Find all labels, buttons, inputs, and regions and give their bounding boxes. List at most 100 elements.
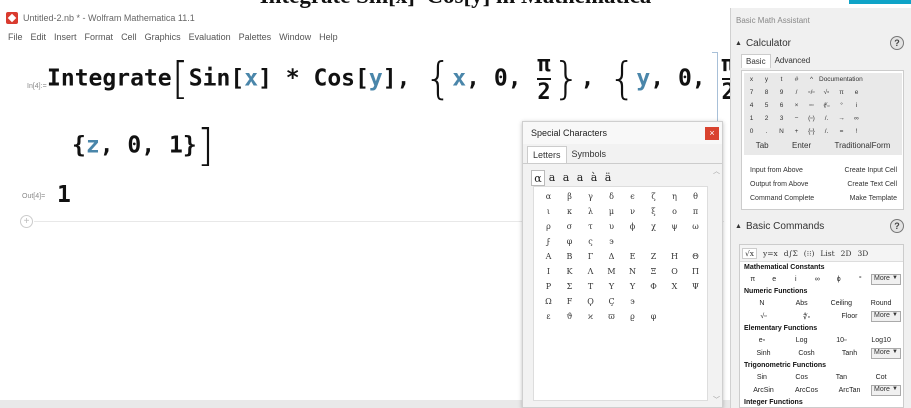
keypad-key[interactable]: /. — [819, 115, 834, 122]
command-button[interactable]: Sin — [742, 374, 782, 381]
character-button[interactable]: ψ — [664, 219, 685, 234]
character-button[interactable]: Ψ — [685, 279, 706, 294]
character-button[interactable]: ω — [685, 219, 706, 234]
command-button[interactable]: Sinh — [742, 350, 785, 357]
collapse-triangle-icon[interactable]: ▲ — [735, 40, 742, 47]
output-from-above-button[interactable]: Output from Above — [750, 181, 808, 188]
basic-commands-tab[interactable]: √x — [742, 247, 758, 259]
character-button[interactable]: ϖ — [601, 309, 622, 324]
character-button[interactable]: Z — [643, 249, 664, 264]
character-button[interactable]: O — [664, 264, 685, 279]
menu-format[interactable]: Format — [85, 32, 114, 42]
keypad-key[interactable]: t — [774, 76, 789, 83]
keypad-key[interactable]: ! — [849, 128, 864, 135]
basic-commands-tab[interactable]: y=x — [763, 249, 778, 258]
menu-palettes[interactable]: Palettes — [239, 32, 272, 42]
style-script[interactable]: a — [545, 170, 559, 186]
character-button[interactable]: Θ — [685, 249, 706, 264]
character-button[interactable]: τ — [580, 219, 601, 234]
character-button[interactable]: π — [685, 204, 706, 219]
character-button[interactable]: ξ — [643, 204, 664, 219]
character-button[interactable]: χ — [643, 219, 664, 234]
command-button[interactable]: Ceiling — [822, 300, 862, 307]
command-button[interactable]: ArcTan — [828, 387, 871, 394]
add-cell-icon[interactable]: + — [20, 215, 33, 228]
make-template-button[interactable]: Make Template — [850, 195, 897, 202]
keypad-key[interactable]: π — [834, 89, 849, 96]
character-button[interactable]: ϑ — [559, 309, 580, 324]
input-from-above-button[interactable]: Input from Above — [750, 167, 803, 174]
keypad-key[interactable]: e — [849, 89, 864, 96]
character-button[interactable]: λ — [580, 204, 601, 219]
create-input-cell-button[interactable]: Create Input Cell — [844, 167, 897, 174]
keypad-key[interactable]: × — [789, 102, 804, 109]
close-icon[interactable]: × — [705, 126, 719, 140]
command-button[interactable]: ArcCos — [785, 387, 828, 394]
character-button[interactable]: H — [664, 249, 685, 264]
character-button[interactable]: X — [664, 279, 685, 294]
character-button[interactable]: ϶ — [622, 294, 643, 309]
input-expression-line1[interactable]: Integrate[Sin[x] * Cos[y], {x, 0, π 2}, {… — [47, 54, 779, 104]
command-button[interactable]: √▫ — [742, 313, 785, 320]
character-button[interactable]: ς — [580, 234, 601, 249]
command-button[interactable]: Log10 — [861, 337, 901, 344]
keypad-key[interactable]: 3 — [774, 115, 789, 122]
character-button[interactable]: Y — [622, 279, 643, 294]
character-button[interactable]: P — [538, 279, 559, 294]
documentation-button[interactable]: Documentation — [819, 76, 863, 83]
command-button[interactable]: π — [742, 276, 764, 283]
command-button[interactable]: ArcSin — [742, 387, 785, 394]
keypad-key[interactable]: x — [744, 76, 759, 83]
style-umlaut[interactable]: ä — [601, 170, 615, 186]
keypad-key[interactable]: / — [789, 89, 804, 96]
tab-symbols[interactable]: Symbols — [567, 146, 612, 163]
character-button[interactable]: ζ — [643, 189, 664, 204]
character-button[interactable]: σ — [559, 219, 580, 234]
keypad-key[interactable]: + — [789, 128, 804, 135]
basic-commands-tab[interactable]: (⁝⁝) — [804, 249, 815, 258]
character-button[interactable]: κ — [559, 204, 580, 219]
character-button[interactable]: ι — [538, 204, 559, 219]
keypad-key[interactable]: 2 — [759, 115, 774, 122]
character-button[interactable]: N — [622, 264, 643, 279]
command-button[interactable]: ∜▫ — [785, 313, 828, 321]
character-button[interactable]: ϱ — [622, 309, 643, 324]
keypad-key[interactable]: 7 — [744, 89, 759, 96]
menu-edit[interactable]: Edit — [31, 32, 47, 42]
character-button[interactable]: Ω — [538, 294, 559, 309]
palette-scrollbar[interactable]: ︿ ﹀ — [712, 166, 720, 405]
command-button[interactable]: Tan — [822, 374, 862, 381]
collapse-triangle-icon-commands[interactable]: ▲ — [735, 223, 742, 230]
input-expression-line2[interactable]: {z, 0, 1}] — [72, 124, 214, 168]
more-dropdown[interactable]: More — [871, 274, 901, 285]
basic-commands-tab[interactable]: 2D — [841, 249, 852, 258]
character-button[interactable]: Δ — [601, 249, 622, 264]
command-button[interactable]: i — [785, 276, 807, 283]
calculator-header[interactable]: ▲ Calculator ? — [731, 35, 911, 51]
character-button[interactable]: Ξ — [643, 264, 664, 279]
keypad-key[interactable]: /. — [819, 128, 834, 135]
character-button[interactable]: ϵ — [622, 189, 643, 204]
help-icon[interactable]: ? — [890, 36, 904, 50]
keypad-key[interactable]: y — [759, 76, 774, 83]
command-button[interactable]: Cosh — [785, 350, 828, 357]
keypad-key[interactable]: 9 — [774, 89, 789, 96]
keypad-key[interactable]: i — [849, 102, 864, 109]
command-button[interactable]: e — [764, 276, 786, 283]
palette-titlebar[interactable]: Special Characters × — [523, 122, 722, 144]
keypad-key[interactable]: ▫/▫ — [804, 89, 819, 96]
scroll-up-icon[interactable]: ︿ — [713, 166, 720, 176]
character-button[interactable]: ϕ — [622, 219, 643, 234]
create-text-cell-button[interactable]: Create Text Cell — [847, 181, 897, 188]
keypad-key[interactable]: ∜▫ — [819, 102, 834, 110]
character-button[interactable]: Λ — [580, 264, 601, 279]
character-button[interactable]: υ — [601, 219, 622, 234]
command-button[interactable]: 10▫ — [822, 337, 862, 344]
character-button[interactable]: δ — [601, 189, 622, 204]
keypad-key[interactable]: 5 — [759, 102, 774, 109]
style-double-struck[interactable]: a — [573, 170, 587, 186]
output-value[interactable]: 1 — [57, 182, 71, 208]
character-button[interactable]: η — [664, 189, 685, 204]
tab-advanced[interactable]: Advanced — [771, 54, 815, 68]
command-button[interactable]: ∞ — [807, 276, 829, 283]
